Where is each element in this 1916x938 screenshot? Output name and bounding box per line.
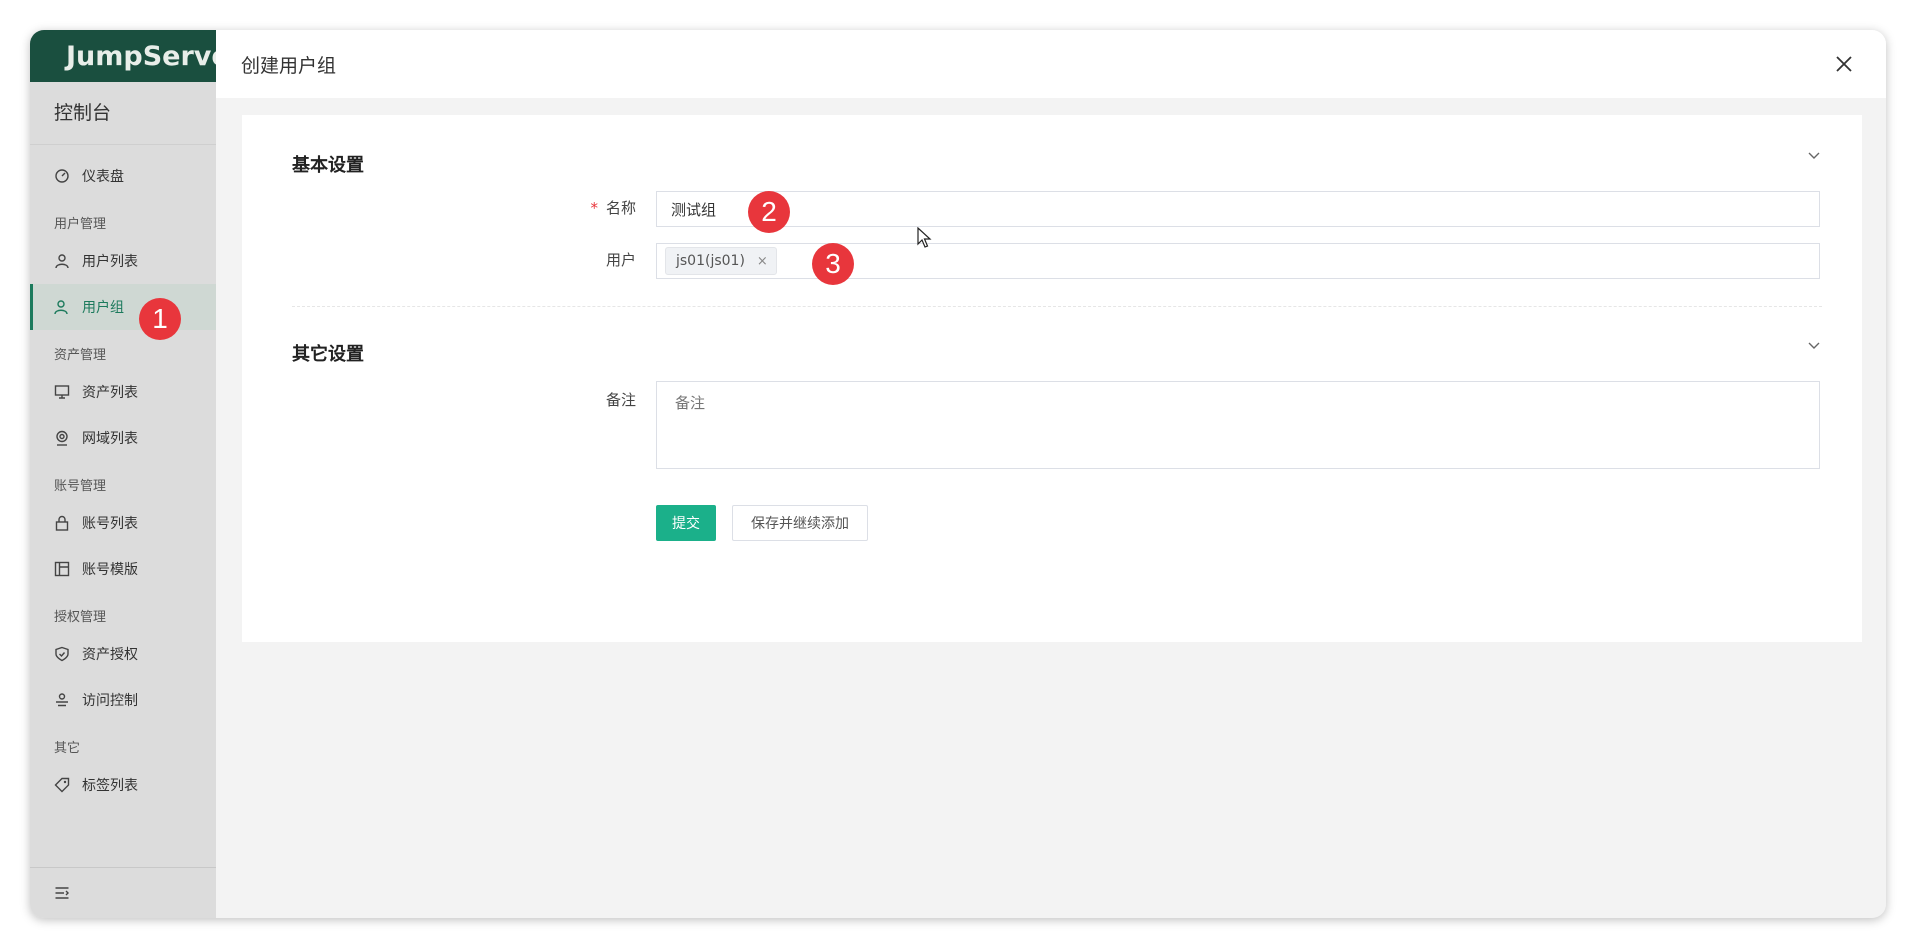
sidebar-item-label: 用户列表 — [82, 254, 138, 270]
sidebar-group-account-management: 账号管理 — [54, 479, 107, 494]
callout-badge-2: 2 — [748, 191, 790, 233]
save-and-continue-button[interactable]: 保存并继续添加 — [732, 505, 868, 541]
template-icon — [54, 561, 70, 577]
collapse-menu-icon — [55, 887, 69, 899]
tag-label: js01(js01) — [676, 253, 745, 269]
name-label: * 名称 — [516, 197, 636, 218]
sidebar-item-tag-list[interactable]: 标签列表 — [30, 762, 216, 808]
mouse-cursor-icon — [917, 227, 932, 248]
user-icon — [55, 254, 69, 269]
dashboard-icon — [55, 169, 69, 183]
chevron-down-icon[interactable] — [1806, 147, 1822, 163]
name-input-value: 测试组 — [671, 200, 717, 219]
access-control-icon — [56, 693, 68, 707]
required-mark: * — [590, 199, 598, 217]
sidebar-item-asset-list[interactable]: 资产列表 — [30, 369, 216, 415]
selected-user-tag: js01(js01) × — [665, 247, 777, 275]
sidebar-collapse-toggle[interactable] — [30, 867, 240, 918]
sidebar-item-label: 网域列表 — [82, 431, 138, 447]
sidebar-item-label: 用户组 — [82, 300, 124, 316]
create-user-group-drawer: 创建用户组 基本设置 * 名称 测试组 用户 js01(js01) × 其它设置 — [216, 30, 1886, 918]
sidebar-group-asset-management: 资产管理 — [54, 348, 107, 363]
app-window: JumpServer 控制台 仪表盘 用户管理 用户列表 用户组 资产管理 资产… — [30, 30, 1886, 918]
section-title-other: 其它设置 — [292, 344, 364, 365]
sidebar-item-account-template[interactable]: 账号模版 — [30, 546, 216, 592]
name-input[interactable]: 测试组 — [656, 191, 1820, 227]
chevron-down-icon[interactable] — [1806, 337, 1822, 353]
sidebar-group-user-management: 用户管理 — [54, 217, 107, 232]
drawer-title: 创建用户组 — [241, 54, 337, 77]
monitor-icon — [54, 385, 70, 399]
sidebar-item-access-control[interactable]: 访问控制 — [30, 677, 216, 723]
logo[interactable]: JumpServer — [30, 30, 216, 82]
sidebar: JumpServer 控制台 仪表盘 用户管理 用户列表 用户组 资产管理 资产… — [30, 30, 240, 918]
name-label-text: 名称 — [605, 199, 636, 217]
console-title[interactable]: 控制台 — [30, 82, 216, 145]
logo-text: JumpServer — [66, 40, 216, 72]
close-icon[interactable] — [1832, 52, 1856, 76]
sidebar-item-label: 资产授权 — [82, 647, 138, 663]
sidebar-item-asset-permission[interactable]: 资产授权 — [30, 631, 216, 677]
section-divider — [292, 306, 1822, 307]
shield-icon — [55, 646, 69, 662]
sidebar-group-other: 其它 — [54, 741, 81, 756]
tag-remove-icon[interactable]: × — [757, 254, 768, 269]
users-label: 用户 — [605, 251, 636, 269]
sidebar-item-dashboard[interactable]: 仪表盘 — [30, 153, 216, 199]
sidebar-group-permission-management: 授权管理 — [54, 610, 107, 625]
sidebar-item-label: 资产列表 — [82, 385, 138, 401]
form-card: 基本设置 * 名称 测试组 用户 js01(js01) × 其它设置 备注 备注… — [242, 115, 1862, 642]
sidebar-item-user-group[interactable]: 用户组 — [30, 284, 216, 330]
tag-icon — [54, 777, 70, 793]
sidebar-item-account-list[interactable]: 账号列表 — [30, 500, 216, 546]
section-title-basic: 基本设置 — [292, 155, 364, 176]
lock-icon — [55, 515, 69, 531]
callout-badge-3: 3 — [812, 243, 854, 285]
comment-textarea[interactable] — [656, 381, 1820, 469]
sidebar-item-label: 账号模版 — [82, 562, 138, 578]
submit-button[interactable]: 提交 — [656, 505, 716, 541]
drawer-header: 创建用户组 — [216, 30, 1886, 98]
sidebar-item-label: 账号列表 — [82, 516, 138, 532]
sidebar-nav: 仪表盘 用户管理 用户列表 用户组 资产管理 资产列表 网域列表 账号管理 账号… — [30, 145, 216, 808]
sidebar-item-domain-list[interactable]: 网域列表 — [30, 415, 216, 461]
sidebar-item-label: 标签列表 — [82, 778, 138, 794]
comment-label: 备注 — [605, 391, 636, 409]
sidebar-item-user-list[interactable]: 用户列表 — [30, 238, 216, 284]
callout-badge-1: 1 — [139, 298, 181, 340]
location-icon — [56, 430, 68, 446]
sidebar-item-label: 仪表盘 — [82, 169, 124, 185]
sidebar-item-label: 访问控制 — [82, 693, 138, 709]
user-group-icon — [54, 300, 68, 315]
